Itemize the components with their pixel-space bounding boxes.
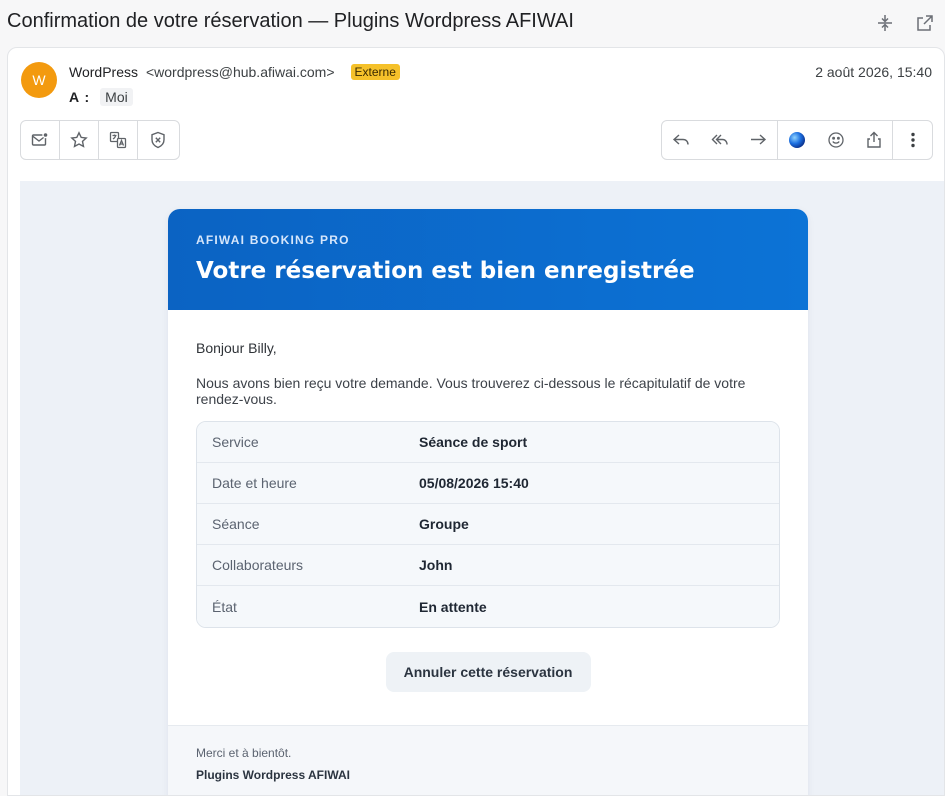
forward-button[interactable]: [739, 121, 778, 159]
toolbar-right: [661, 120, 933, 160]
card-header: AFIWAI BOOKING PRO Votre réservation est…: [168, 209, 808, 310]
detail-label: Séance: [212, 516, 260, 532]
email-subject: Confirmation de votre réservation — Plug…: [7, 10, 574, 32]
footer-thanks: Merci et à bientôt.: [196, 746, 292, 760]
details-row: Collaborateurs John: [197, 545, 779, 586]
ai-assistant-button[interactable]: [778, 121, 817, 159]
cancel-wrapper: Annuler cette réservation: [196, 652, 780, 692]
to-line: A : Moi: [69, 88, 133, 106]
card-footer: Merci et à bientôt. Plugins Wordpress AF…: [168, 725, 808, 795]
emoji-button[interactable]: [816, 121, 855, 159]
detail-value: Groupe: [419, 516, 469, 532]
shield-x-icon: [149, 131, 167, 149]
detail-value: John: [419, 557, 453, 573]
security-button[interactable]: [138, 121, 177, 159]
sender-name[interactable]: WordPress: [69, 64, 138, 80]
title-bar: Confirmation de votre réservation — Plug…: [0, 0, 945, 46]
mark-unread-icon: [31, 131, 49, 149]
share-icon: [865, 131, 883, 149]
from-line: WordPress <wordpress@hub.afiwai.com> Ext…: [69, 64, 400, 80]
reply-icon: [672, 131, 690, 149]
message-date: 2 août 2026, 15:40: [815, 64, 932, 80]
detail-value: En attente: [419, 598, 487, 615]
sender-avatar: W: [21, 62, 57, 98]
forward-icon: [749, 131, 767, 149]
recipient-chip[interactable]: Moi: [100, 88, 133, 106]
details-row: Séance Groupe: [197, 504, 779, 545]
ai-orb-icon: [788, 131, 806, 149]
details-row: Service Séance de sport: [197, 422, 779, 463]
reply-all-button[interactable]: [701, 121, 740, 159]
collapse-icon[interactable]: [873, 11, 897, 35]
detail-label: État: [212, 598, 237, 615]
detail-value: Séance de sport: [419, 434, 528, 450]
reply-button[interactable]: [662, 121, 701, 159]
card-content: Bonjour Billy, Nous avons bien reçu votr…: [168, 310, 808, 692]
to-label: A :: [69, 89, 91, 105]
sender-address[interactable]: <wordpress@hub.afiwai.com>: [146, 64, 335, 80]
email-body: AFIWAI BOOKING PRO Votre réservation est…: [20, 181, 944, 795]
star-button[interactable]: [60, 121, 99, 159]
open-external-icon[interactable]: [913, 11, 937, 35]
toolbar-left: [20, 120, 180, 160]
message-pane: W WordPress <wordpress@hub.afiwai.com> E…: [7, 47, 945, 796]
detail-label: Collaborateurs: [212, 557, 304, 573]
external-badge: Externe: [350, 64, 400, 80]
intro-text: Nous avons bien reçu votre demande. Vous…: [196, 375, 746, 407]
cancel-booking-button[interactable]: Annuler cette réservation: [385, 652, 591, 692]
share-button[interactable]: [855, 121, 894, 159]
emoji-icon: [827, 131, 845, 149]
detail-label: Service: [212, 434, 259, 450]
greeting: Bonjour Billy,: [196, 340, 277, 356]
mark-unread-button[interactable]: [21, 121, 60, 159]
detail-value: 05/08/2026 15:40: [419, 475, 529, 491]
more-vertical-icon: [904, 131, 922, 149]
star-icon: [70, 131, 88, 149]
brand-label: AFIWAI BOOKING PRO: [196, 233, 350, 247]
detail-label: Date et heure: [212, 475, 297, 491]
translate-button[interactable]: [99, 121, 138, 159]
footer-signature: Plugins Wordpress AFIWAI: [196, 768, 351, 782]
details-table: Service Séance de sport Date et heure 05…: [196, 421, 780, 628]
more-options-button[interactable]: [893, 121, 932, 159]
details-row: Date et heure 05/08/2026 15:40: [197, 463, 779, 504]
booking-card: AFIWAI BOOKING PRO Votre réservation est…: [168, 209, 808, 795]
reply-all-icon: [711, 131, 729, 149]
card-headline: Votre réservation est bien enregistrée: [196, 258, 695, 284]
details-row: État En attente: [197, 586, 779, 627]
translate-icon: [109, 131, 127, 149]
